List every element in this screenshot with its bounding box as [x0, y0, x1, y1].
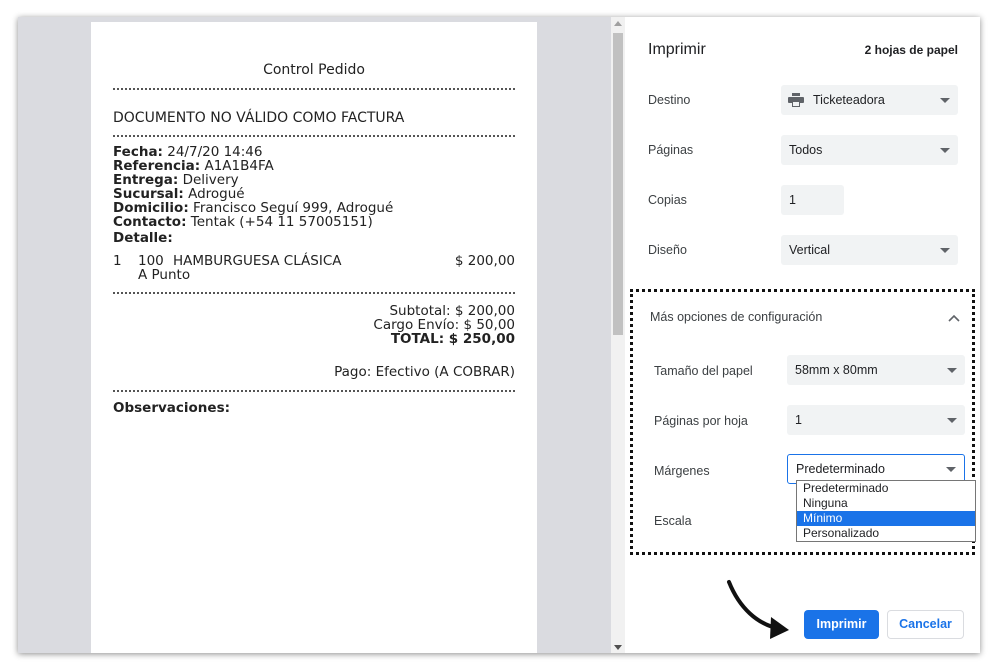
- pages-value: Todos: [789, 143, 823, 157]
- print-button[interactable]: Imprimir: [804, 610, 879, 639]
- item-note: A Punto: [138, 267, 191, 283]
- item-name: HAMBURGUESA CLÁSICA: [173, 253, 342, 269]
- chevron-down-icon: [940, 248, 950, 253]
- scroll-up-icon[interactable]: [614, 21, 622, 26]
- field-contacto: Contacto: Tentak (+54 11 57005151): [113, 214, 373, 230]
- layout-label: Diseño: [648, 243, 687, 257]
- paper-size-value: 58mm x 80mm: [795, 363, 878, 377]
- receipt-notice: DOCUMENTO NO VÁLIDO COMO FACTURA: [113, 110, 405, 126]
- more-options-toggle[interactable]: Más opciones de configuración: [650, 310, 822, 324]
- item-qty: 1: [113, 253, 122, 269]
- chevron-down-icon: [940, 98, 950, 103]
- destination-label: Destino: [648, 93, 691, 107]
- field-entrega: Entrega: Delivery: [113, 172, 239, 188]
- paper-size-select[interactable]: 58mm x 80mm: [787, 355, 965, 385]
- more-options-section: Más opciones de configuración Tamaño del…: [630, 289, 976, 555]
- chevron-down-icon: [940, 148, 950, 153]
- detail-heading: Detalle:: [113, 230, 173, 246]
- print-settings-panel: Imprimir 2 hojas de papel Destino Ticket…: [625, 17, 980, 653]
- field-sucursal: Sucursal: Adrogué: [113, 186, 245, 202]
- curved-arrow-icon: [727, 580, 789, 639]
- margins-option-highlighted[interactable]: Mínimo: [797, 511, 975, 526]
- pages-select[interactable]: Todos: [781, 135, 958, 165]
- pages-per-sheet-label: Páginas por hoja: [654, 414, 748, 428]
- sheet-count: 2 hojas de papel: [864, 43, 958, 57]
- receipt-page: Control Pedido DOCUMENTO NO VÁLIDO COMO …: [91, 22, 537, 653]
- margins-option[interactable]: Ninguna: [797, 496, 975, 511]
- field-fecha: Fecha: 24/7/20 14:46: [113, 144, 263, 160]
- chevron-down-icon: [947, 368, 957, 373]
- margins-option[interactable]: Personalizado: [797, 526, 975, 541]
- margins-value: Predeterminado: [796, 462, 885, 476]
- margins-option[interactable]: Predeterminado: [797, 481, 975, 496]
- copies-label: Copias: [648, 193, 687, 207]
- print-dialog: Control Pedido DOCUMENTO NO VÁLIDO COMO …: [18, 17, 980, 653]
- divider: [113, 390, 515, 392]
- copies-value: 1: [789, 193, 796, 207]
- item-price: $ 200,00: [454, 253, 515, 269]
- chevron-up-icon[interactable]: [948, 314, 960, 322]
- divider: [113, 135, 515, 137]
- payment-method: Pago: Efectivo (A COBRAR): [334, 364, 515, 380]
- cancel-button[interactable]: Cancelar: [887, 610, 964, 639]
- chevron-down-icon: [946, 467, 956, 472]
- receipt-title: Control Pedido: [263, 62, 365, 78]
- pages-per-sheet-value: 1: [795, 413, 802, 427]
- scale-label: Escala: [654, 514, 692, 528]
- layout-value: Vertical: [789, 243, 830, 257]
- pages-per-sheet-select[interactable]: 1: [787, 405, 965, 435]
- field-domicilio: Domicilio: Francisco Seguí 999, Adrogué: [113, 200, 394, 216]
- margins-label: Márgenes: [654, 464, 710, 478]
- divider: [113, 88, 515, 90]
- scrollbar-thumb[interactable]: [613, 33, 623, 335]
- chevron-down-icon: [947, 418, 957, 423]
- destination-value: Ticketeadora: [813, 93, 885, 107]
- scroll-down-icon[interactable]: [614, 645, 622, 650]
- copies-input[interactable]: 1: [781, 185, 844, 215]
- dialog-title: Imprimir: [648, 41, 706, 58]
- margins-dropdown[interactable]: Predeterminado Ninguna Mínimo Personaliz…: [796, 480, 976, 542]
- print-preview: Control Pedido DOCUMENTO NO VÁLIDO COMO …: [18, 17, 611, 653]
- destination-select[interactable]: Ticketeadora: [781, 85, 958, 115]
- observations-heading: Observaciones:: [113, 400, 231, 416]
- layout-select[interactable]: Vertical: [781, 235, 958, 265]
- pages-label: Páginas: [648, 143, 694, 157]
- paper-size-label: Tamaño del papel: [654, 364, 753, 378]
- printer-icon: [788, 93, 804, 107]
- total: TOTAL: $ 250,00: [390, 331, 515, 347]
- preview-scrollbar[interactable]: [611, 17, 625, 653]
- divider: [113, 292, 515, 294]
- receipt-fields: Fecha: 24/7/20 14:46 Referencia: A1A1B4F…: [113, 145, 393, 229]
- field-referencia: Referencia: A1A1B4FA: [113, 158, 274, 174]
